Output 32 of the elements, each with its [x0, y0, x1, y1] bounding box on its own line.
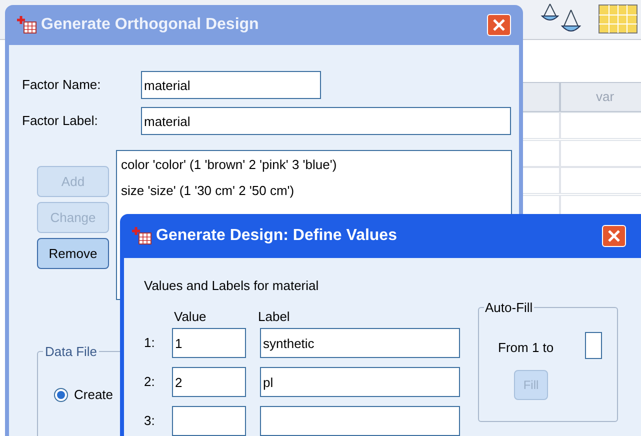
column-label: Label	[258, 308, 290, 326]
label-field[interactable]: pl	[260, 367, 460, 397]
radio-label: Create	[74, 386, 114, 404]
close-icon	[608, 230, 620, 242]
input-field[interactable]	[585, 332, 602, 359]
row-number: 3:	[144, 412, 156, 430]
value-field[interactable]: 2	[172, 367, 246, 397]
column-label: Value	[174, 308, 206, 326]
label-field[interactable]	[260, 406, 460, 436]
dialog-button[interactable]: Remove	[37, 238, 109, 269]
grid-icon[interactable]	[598, 4, 638, 34]
field-label: Factor Label:	[22, 112, 99, 130]
input-field[interactable]: material	[141, 107, 511, 135]
row-number: 2:	[144, 373, 156, 392]
window-title: Generate Orthogonal Design	[41, 15, 259, 35]
field-label: From 1 to	[498, 339, 554, 357]
section-heading: Values and Labels for material	[144, 277, 319, 295]
label-field[interactable]: synthetic	[260, 328, 460, 358]
row-number: 1:	[144, 334, 156, 352]
window-title: Generate Design: Define Values	[156, 226, 397, 246]
input-field[interactable]: material	[141, 71, 321, 99]
close-button[interactable]	[602, 225, 626, 247]
list-item[interactable]: size 'size' (1 '30 cm' 2 '50 cm')	[121, 180, 507, 200]
field-label: Factor Name:	[22, 76, 102, 94]
value-field[interactable]	[172, 406, 246, 436]
app-icon	[17, 15, 37, 35]
list-item[interactable]: color 'color' (1 'brown' 2 'pink' 3 'blue')	[121, 155, 507, 174]
value-field[interactable]: 1	[172, 328, 246, 358]
close-icon	[493, 19, 505, 31]
app-icon	[132, 226, 152, 246]
close-button[interactable]	[487, 14, 511, 36]
radio-button[interactable]	[54, 388, 68, 402]
